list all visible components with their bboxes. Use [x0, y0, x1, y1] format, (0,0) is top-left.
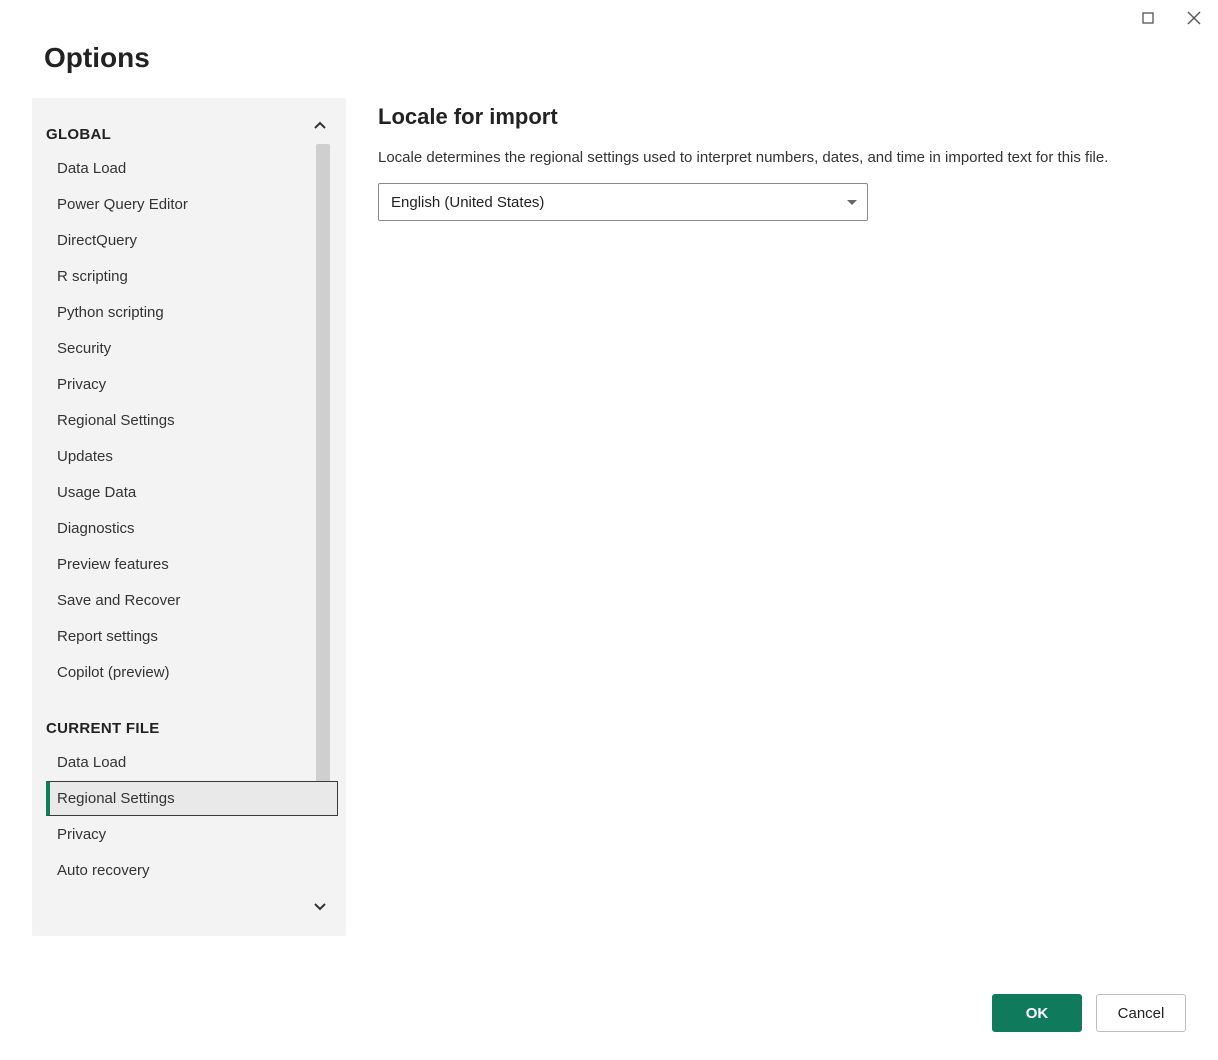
sidebar-item-global-preview-features[interactable]: Preview features	[46, 547, 338, 582]
sidebar-section-global: GLOBAL	[46, 126, 338, 143]
content-description: Locale determines the regional settings …	[378, 146, 1118, 169]
sidebar-item-global-diagnostics[interactable]: Diagnostics	[46, 511, 338, 546]
content-pane: Locale for import Locale determines the …	[378, 98, 1186, 976]
sidebar-item-global-report-settings[interactable]: Report settings	[46, 619, 338, 654]
sidebar-item-cf-auto-recovery[interactable]: Auto recovery	[46, 853, 338, 888]
options-dialog: Options GLOBAL Data Load Power Query Edi…	[0, 36, 1218, 1060]
sidebar-section-current-file: CURRENT FILE	[46, 720, 338, 737]
sidebar-scroll-region: GLOBAL Data Load Power Query Editor Dire…	[46, 118, 338, 916]
sidebar-item-global-copilot-preview[interactable]: Copilot (preview)	[46, 655, 338, 690]
sidebar: GLOBAL Data Load Power Query Editor Dire…	[32, 98, 346, 936]
sidebar-item-global-data-load[interactable]: Data Load	[46, 151, 338, 186]
sidebar-item-global-save-and-recover[interactable]: Save and Recover	[46, 583, 338, 618]
sidebar-item-cf-privacy[interactable]: Privacy	[46, 817, 338, 852]
dropdown-caret-icon	[847, 200, 857, 205]
sidebar-item-global-regional-settings[interactable]: Regional Settings	[46, 403, 338, 438]
dialog-footer: OK Cancel	[32, 976, 1186, 1036]
sidebar-item-cf-regional-settings[interactable]: Regional Settings	[46, 781, 338, 816]
content-heading: Locale for import	[378, 104, 1186, 130]
locale-select-value: English (United States)	[391, 194, 544, 211]
ok-button[interactable]: OK	[992, 994, 1082, 1032]
sidebar-item-global-power-query-editor[interactable]: Power Query Editor	[46, 187, 338, 222]
sidebar-item-global-usage-data[interactable]: Usage Data	[46, 475, 338, 510]
close-icon	[1187, 11, 1201, 25]
close-button[interactable]	[1180, 4, 1208, 32]
sidebar-item-cf-data-load[interactable]: Data Load	[46, 745, 338, 780]
dialog-title: Options	[44, 42, 1186, 74]
cancel-button[interactable]: Cancel	[1096, 994, 1186, 1032]
maximize-icon	[1142, 12, 1154, 24]
sidebar-item-global-r-scripting[interactable]: R scripting	[46, 259, 338, 294]
sidebar-item-global-security[interactable]: Security	[46, 331, 338, 366]
sidebar-item-global-python-scripting[interactable]: Python scripting	[46, 295, 338, 330]
sidebar-item-global-privacy[interactable]: Privacy	[46, 367, 338, 402]
maximize-button[interactable]	[1134, 4, 1162, 32]
locale-select[interactable]: English (United States)	[378, 183, 868, 221]
sidebar-item-global-updates[interactable]: Updates	[46, 439, 338, 474]
sidebar-item-global-directquery[interactable]: DirectQuery	[46, 223, 338, 258]
dialog-body: GLOBAL Data Load Power Query Editor Dire…	[32, 98, 1186, 976]
titlebar	[0, 0, 1218, 36]
